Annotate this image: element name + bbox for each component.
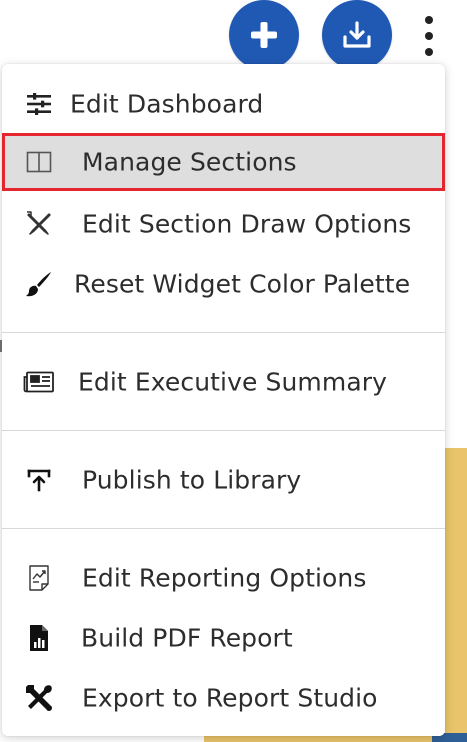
menu-item-label: Manage Sections	[82, 147, 297, 177]
more-options-button[interactable]	[415, 16, 443, 56]
kebab-dot	[425, 32, 433, 40]
add-button[interactable]	[229, 0, 299, 70]
columns-icon	[22, 147, 56, 177]
menu-item-label: Edit Executive Summary	[78, 367, 388, 397]
background-panel-edge	[445, 448, 467, 742]
menu-item-build-pdf-report[interactable]: Build PDF Report	[2, 609, 445, 667]
download-button[interactable]	[322, 0, 392, 70]
pdf-chart-icon	[22, 623, 56, 653]
menu-item-label: Reset Widget Color Palette	[74, 269, 411, 299]
menu-item-label: Export to Report Studio	[82, 683, 378, 713]
menu-item-edit-reporting-options[interactable]: Edit Reporting Options	[2, 549, 445, 607]
menu-item-reset-widget-color-palette[interactable]: Reset Widget Color Palette	[2, 255, 445, 313]
paintbrush-icon	[22, 269, 56, 299]
page: Edit Dashboard Manage Sections Edit Sect…	[0, 0, 467, 742]
dashboard-options-menu: Edit Dashboard Manage Sections Edit Sect…	[2, 64, 445, 736]
sliders-icon	[22, 89, 56, 119]
menu-item-label: Edit Dashboard	[70, 89, 264, 119]
kebab-dot	[425, 48, 433, 56]
menu-item-edit-executive-summary[interactable]: Edit Executive Summary	[2, 353, 445, 411]
menu-divider	[2, 332, 445, 333]
menu-divider	[2, 430, 445, 431]
menu-item-edit-section-draw-options[interactable]: Edit Section Draw Options	[2, 195, 445, 253]
download-icon	[341, 19, 373, 51]
newspaper-icon	[22, 367, 56, 397]
kebab-icon	[425, 16, 433, 24]
publish-icon	[22, 465, 56, 495]
report-chart-icon	[22, 563, 56, 593]
pencil-cross-icon	[22, 209, 56, 239]
plus-icon	[249, 20, 279, 50]
menu-item-label: Build PDF Report	[81, 623, 293, 653]
menu-item-label: Edit Reporting Options	[82, 563, 367, 593]
menu-item-export-to-report-studio[interactable]: Export to Report Studio	[2, 669, 445, 727]
menu-item-edit-dashboard[interactable]: Edit Dashboard	[2, 75, 445, 133]
menu-item-label: Edit Section Draw Options	[82, 209, 412, 239]
tools-icon	[22, 683, 56, 713]
menu-item-label: Publish to Library	[82, 465, 302, 495]
menu-item-publish-to-library[interactable]: Publish to Library	[2, 451, 445, 509]
menu-divider	[2, 528, 445, 529]
menu-item-manage-sections[interactable]: Manage Sections	[2, 133, 445, 191]
